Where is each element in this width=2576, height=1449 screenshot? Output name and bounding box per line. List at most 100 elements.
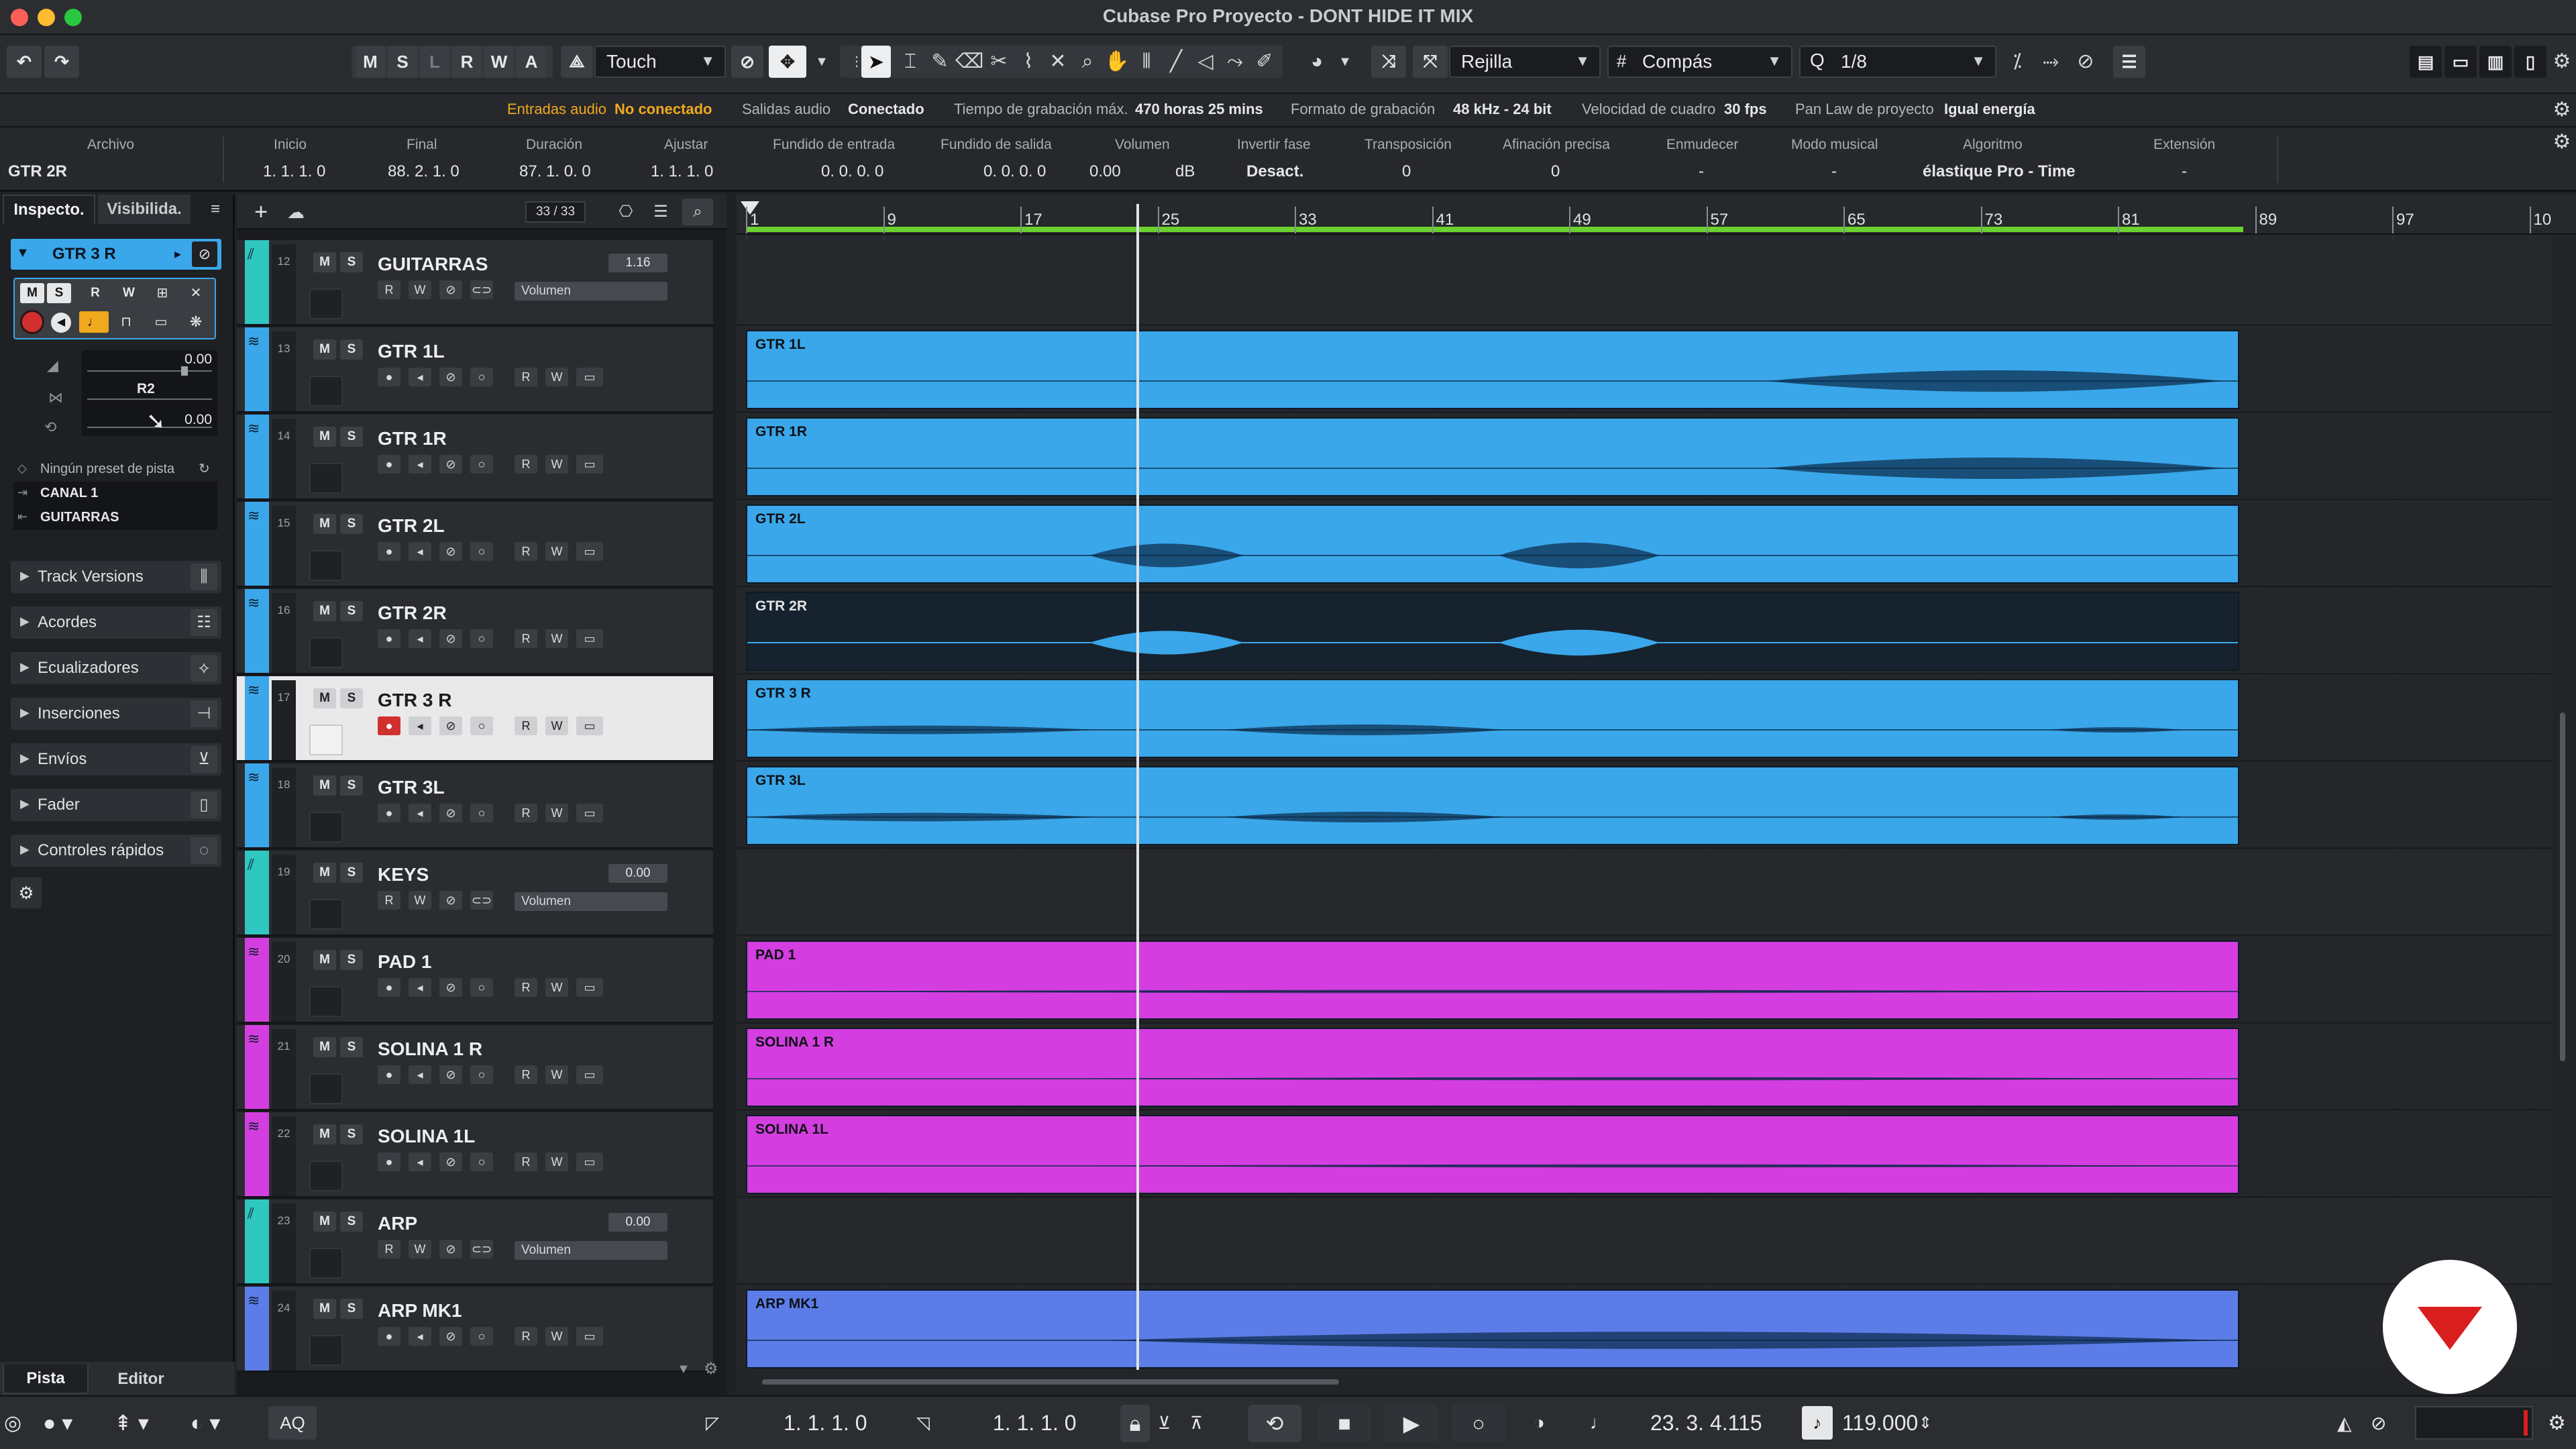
record-enable-button[interactable]: ● [378, 368, 400, 386]
volume-slider[interactable] [87, 370, 212, 372]
write-automation-button[interactable]: W [545, 978, 568, 997]
section-quick-controls[interactable]: ▶ Controles rápidos ◌ [11, 835, 221, 867]
read-automation-button[interactable]: R [515, 629, 537, 648]
edit-channel-button[interactable]: ⊘ [439, 455, 462, 474]
track-volume-param[interactable]: Volumen [515, 282, 667, 301]
gear-icon[interactable]: ⚙ [2548, 47, 2576, 76]
horizontal-scrollbar[interactable] [737, 1370, 2576, 1395]
record-button[interactable]: ○ [1452, 1405, 1505, 1442]
right-locator-value[interactable]: 1. 1. 1. 0 [993, 1406, 1077, 1440]
track-solo-button[interactable]: S [340, 339, 363, 360]
event-lane[interactable]: GTR 1R [737, 415, 2576, 500]
visible-track-count[interactable]: 33 / 33 [525, 201, 586, 223]
color-palette-icon[interactable]: ◕ [1303, 47, 1331, 76]
inserts-icon[interactable]: ⊣ [191, 700, 217, 727]
read-automation-button[interactable]: R [515, 1327, 537, 1346]
write-automation-button[interactable]: W [545, 1327, 568, 1346]
track-preset-text[interactable]: Ningún preset de pista [40, 462, 174, 477]
audio-event[interactable]: GTR 1L [746, 330, 2239, 409]
audio-event[interactable]: GTR 2L [746, 504, 2239, 584]
track-name[interactable]: GTR 1R [378, 428, 447, 449]
chevron-right-icon[interactable]: ▸ [174, 246, 181, 262]
write-automation-button[interactable]: W [545, 1152, 568, 1171]
read-automation-button[interactable]: R [378, 891, 400, 910]
event-lane[interactable]: ARP MK1 [737, 1287, 2576, 1373]
fadein-value[interactable]: 0. 0. 0. 0 [821, 162, 883, 181]
lanes-button[interactable]: ▭ [576, 1152, 603, 1171]
automation-mode-select[interactable]: Touch ▼ [594, 46, 726, 78]
event-lane[interactable] [737, 240, 2576, 326]
audio-event[interactable]: GTR 3L [746, 766, 2239, 845]
track-solo-button[interactable]: S [340, 601, 363, 621]
mute-tool[interactable]: ◁ [1191, 47, 1220, 76]
tempo-track-button[interactable]: ♪ [1802, 1406, 1833, 1440]
volume-slider-handle[interactable] [181, 366, 188, 376]
tempo-stepper-icon[interactable]: ⇕ [1919, 1406, 1932, 1440]
track-volume-value[interactable]: 0.00 [608, 1213, 667, 1232]
monitor-button[interactable]: ◂ [409, 542, 431, 561]
edit-channel-button[interactable]: ⊘ [439, 978, 462, 997]
algorithm-value[interactable]: élastique Pro - Time [1923, 162, 2076, 181]
track-mute-button[interactable]: M [313, 688, 336, 708]
left-zone-toggle[interactable]: ▤ [2410, 46, 2442, 78]
record-enable-button[interactable]: ● [378, 1152, 400, 1171]
extension-value[interactable]: - [2182, 162, 2187, 181]
edit-channel-button[interactable]: ⊘ [439, 629, 462, 648]
object-select-tool[interactable]: ➤ [861, 46, 891, 78]
menu-icon[interactable]: ≡ [200, 195, 231, 224]
edit-channel-button[interactable]: ⊘ [439, 1327, 462, 1346]
volume-value[interactable]: 0.00 [1089, 162, 1121, 181]
versions-icon[interactable]: ⫼ [191, 564, 217, 590]
track-solo-button[interactable]: S [340, 1212, 363, 1232]
track-solo-button[interactable]: S [340, 775, 363, 796]
auto-scroll-button[interactable]: ⊘ [731, 46, 763, 78]
track-mute-button[interactable]: M [313, 1124, 336, 1144]
track-solo-button[interactable]: S [340, 1299, 363, 1319]
zoom-tool[interactable]: ⌕ [1073, 47, 1102, 76]
edit-channel-button[interactable]: ⊘ [439, 542, 462, 561]
track-name[interactable]: ARP [378, 1213, 417, 1234]
section-sends[interactable]: ▶ Envíos ⊻ [11, 743, 221, 775]
end-value[interactable]: 88. 2. 1. 0 [388, 162, 460, 181]
constrain-delay-button[interactable]: ✥ [769, 46, 806, 78]
quantize-select[interactable]: Q 1/8 ▼ [1799, 46, 1996, 78]
monitor-button[interactable]: ◂ [409, 1327, 431, 1346]
event-lane[interactable]: SOLINA 1 R [737, 1025, 2576, 1111]
track-row[interactable]: ≋ 21 M S SOLINA 1 R ● ◂ ⊘ ○ R W ▭ [237, 1025, 713, 1111]
lanes-button[interactable]: ▭ [576, 1065, 603, 1084]
hand-tool[interactable]: ✋ [1103, 47, 1131, 76]
click-icon[interactable]: ◭ [2337, 1406, 2352, 1440]
cycle-button[interactable]: ⟲ [1248, 1405, 1301, 1442]
play-button[interactable]: ▶ [1385, 1405, 1438, 1442]
comp-tool[interactable]: ⫴ [1132, 47, 1161, 76]
lanes-button[interactable]: ⊂⊃ [470, 1240, 493, 1258]
event-lane[interactable]: GTR 3 R [737, 676, 2576, 762]
event-lane[interactable]: GTR 1L [737, 327, 2576, 413]
right-zone-toggle[interactable]: ▥ [2479, 46, 2512, 78]
write-automation-button[interactable]: W [545, 368, 568, 386]
left-locator-value[interactable]: 1. 1. 1. 0 [784, 1406, 867, 1440]
project-cursor[interactable] [1136, 204, 1139, 1375]
line-tool[interactable]: ╱ [1162, 47, 1190, 76]
sends-icon[interactable]: ⊻ [191, 746, 217, 773]
record-enable-button[interactable]: ● [378, 629, 400, 648]
track-row[interactable]: ≋ 17 M S GTR 3 R ● ◂ ⊘ ○ R W ▭ [237, 676, 713, 762]
event-lane[interactable]: GTR 2L [737, 502, 2576, 588]
window-layout-toggle[interactable]: ▯ [2514, 46, 2546, 78]
collapse-triangle-icon[interactable]: ▼ [16, 246, 30, 261]
lock-icon[interactable]: ✕ [182, 283, 209, 303]
output-routing-value[interactable]: GUITARRAS [40, 510, 119, 525]
track-row[interactable]: ≋ 18 M S GTR 3L ● ◂ ⊘ ○ R W ▭ [237, 763, 713, 849]
track-name[interactable]: GTR 3 R [378, 690, 451, 711]
tempo-value[interactable]: 119.000 [1842, 1406, 1918, 1440]
track-volume-value[interactable]: 1.16 [608, 254, 667, 272]
lane-icon[interactable]: ⊞ [149, 283, 176, 303]
ruler[interactable]: 1 9 17 25 33 41 49 57 65 73 81 89 97 10 [737, 195, 2576, 235]
track-row[interactable]: ≋ 16 M S GTR 2R ● ◂ ⊘ ○ R W ▭ [237, 589, 713, 675]
inspector-track-name[interactable]: GTR 3 R [52, 245, 116, 264]
write-automation-button[interactable]: W [409, 280, 431, 299]
activity-icon[interactable]: ◎ [4, 1406, 21, 1440]
read-automation-button[interactable]: R [515, 804, 537, 822]
track-name[interactable]: SOLINA 1 R [378, 1038, 482, 1060]
track-name[interactable]: GTR 1L [378, 341, 445, 362]
